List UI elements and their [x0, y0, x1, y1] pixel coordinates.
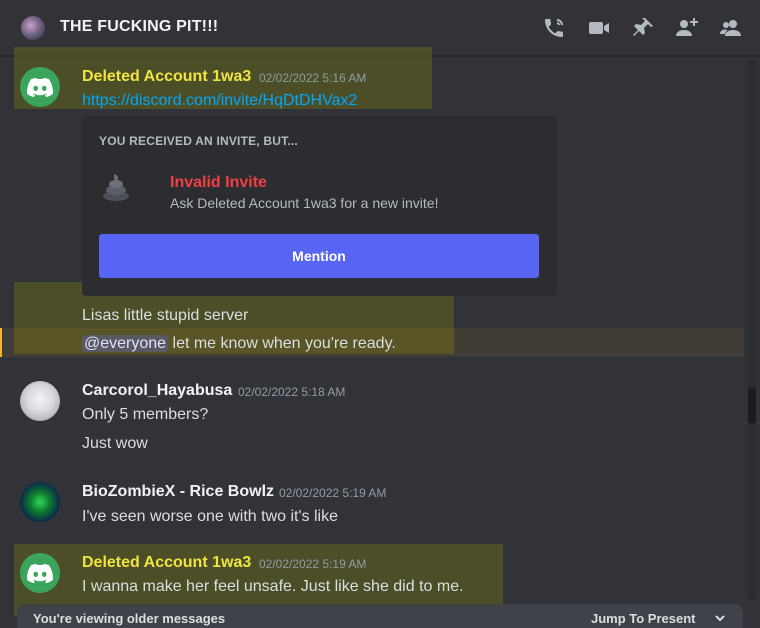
everyone-mention[interactable]: @everyone [82, 335, 169, 352]
channel-title: THE FUCKING PIT!!! [60, 18, 219, 35]
discord-logo-icon [27, 77, 53, 97]
older-messages-bar: You're viewing older messages Jump To Pr… [17, 604, 743, 628]
username[interactable]: Deleted Account 1wa3 [82, 554, 251, 572]
avatar[interactable] [20, 67, 60, 107]
message-text: I've seen worse one with two it's like [82, 508, 338, 525]
avatar[interactable] [20, 381, 60, 421]
voice-call-icon[interactable] [541, 16, 567, 40]
video-call-icon[interactable] [586, 16, 612, 40]
group-avatar[interactable] [21, 16, 45, 40]
message-text: Lisas little stupid server [82, 307, 249, 324]
pin-icon[interactable] [630, 16, 656, 40]
member-list-icon[interactable] [718, 16, 744, 40]
scrollbar-track[interactable] [748, 60, 756, 600]
message-text: I wanna make her feel unsafe. Just like … [82, 578, 464, 595]
timestamp: 02/02/2022 5:16 AM [259, 71, 367, 85]
invite-subtitle: Ask Deleted Account 1wa3 for a new invit… [170, 195, 439, 211]
chevron-down-icon[interactable] [713, 611, 727, 625]
invalid-invite-icon [101, 172, 131, 202]
avatar[interactable] [20, 553, 60, 593]
timestamp: 02/02/2022 5:19 AM [259, 557, 367, 571]
older-messages-text: You're viewing older messages [33, 611, 226, 626]
timestamp: 02/02/2022 5:18 AM [238, 385, 346, 399]
add-member-icon[interactable] [673, 16, 699, 40]
invite-heading: YOU RECEIVED AN INVITE, BUT... [99, 134, 298, 148]
scrollbar-thumb[interactable] [748, 388, 756, 424]
mention-text: let me know when you're ready. [168, 335, 396, 352]
discord-logo-icon [27, 563, 53, 583]
mention-button[interactable]: Mention [99, 234, 539, 278]
message-text: Just wow [82, 435, 148, 452]
username[interactable]: BioZombieX - Rice Bowlz [82, 483, 274, 501]
avatar[interactable] [20, 482, 60, 522]
invite-link[interactable]: https://discord.com/invite/HqDtDHVax2 [82, 92, 357, 110]
invite-embed: YOU RECEIVED AN INVITE, BUT... Invalid I… [82, 116, 557, 296]
username[interactable]: Carcorol_Hayabusa [82, 382, 232, 400]
username[interactable]: Deleted Account 1wa3 [82, 68, 251, 86]
jump-to-present-button[interactable]: Jump To Present [591, 611, 696, 626]
message-text: @everyone let me know when you're ready. [82, 335, 396, 353]
timestamp: 02/02/2022 5:19 AM [279, 486, 387, 500]
message-text: Only 5 members? [82, 406, 209, 423]
invite-title: Invalid Invite [170, 174, 267, 191]
